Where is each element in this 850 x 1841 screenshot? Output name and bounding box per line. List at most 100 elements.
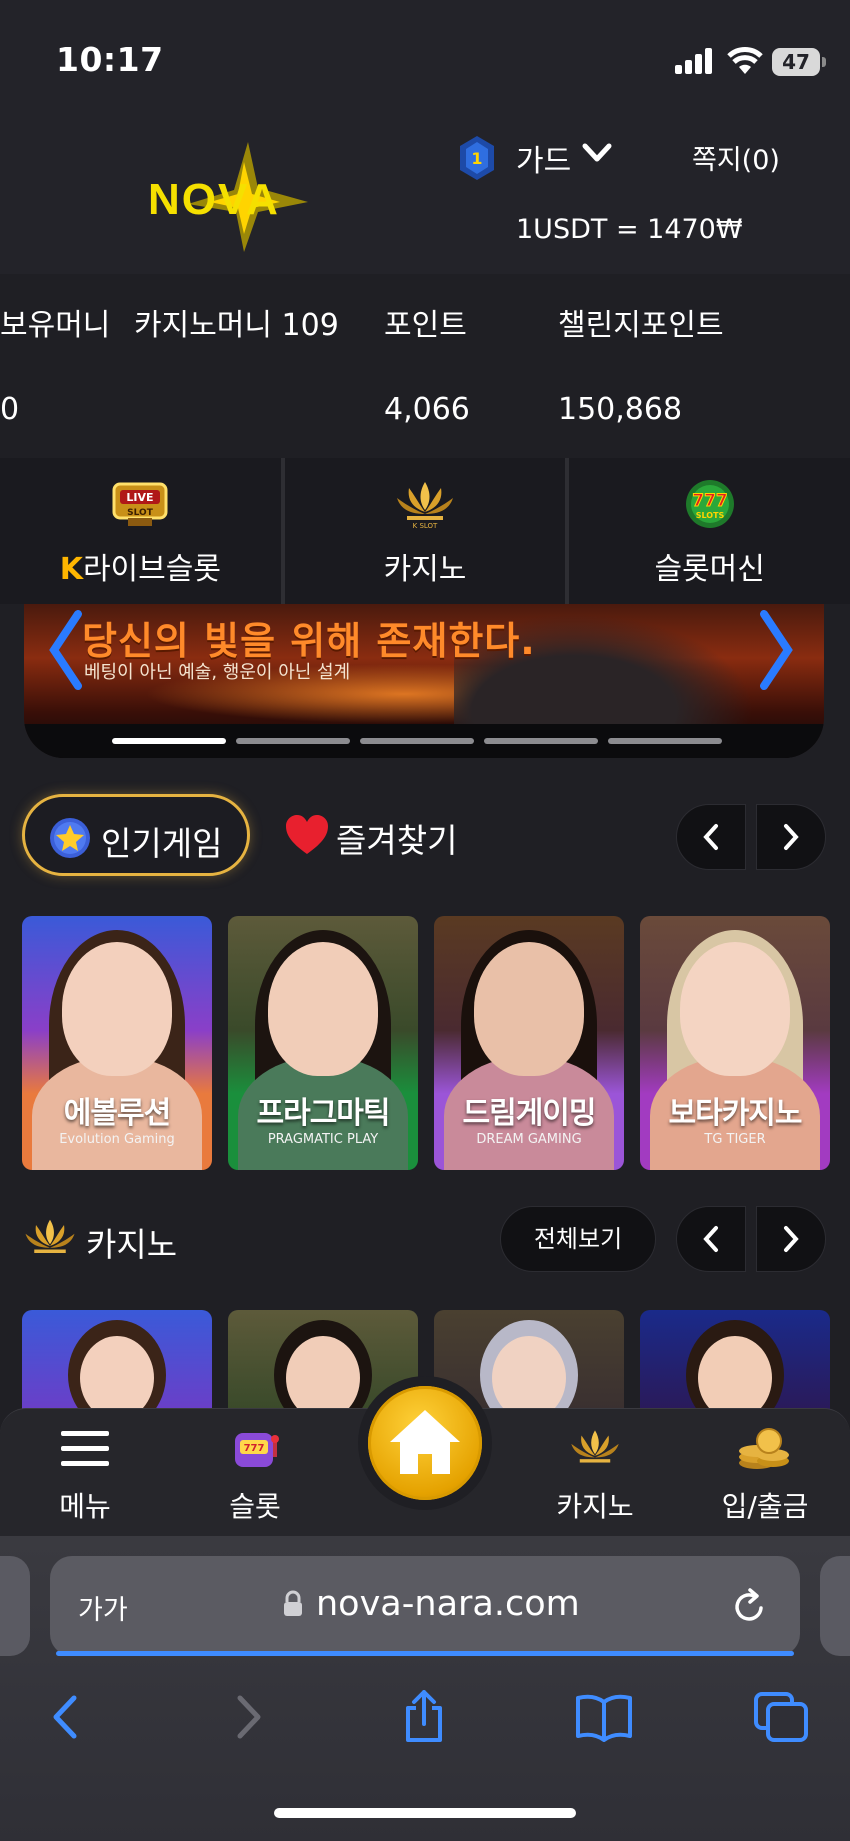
section-title: 카지노: [86, 1225, 178, 1264]
game-title: 프라그마틱: [256, 1096, 391, 1131]
card-art: [286, 1336, 360, 1410]
site-header: NOVA 1 가드 쪽지(0) 1USDT = 1470₩: [0, 112, 850, 274]
svg-text:LIVE: LIVE: [127, 491, 154, 504]
game-card-bota-casino[interactable]: 보타카지노 TG TIGER: [640, 916, 830, 1170]
popular-section-header: 인기게임 즐겨찾기: [0, 790, 850, 890]
forward-arrow-icon[interactable]: [218, 1690, 278, 1744]
nav-deposit-withdraw[interactable]: 입/출금: [700, 1427, 830, 1525]
k-slot-lotus-icon: [25, 1219, 75, 1253]
point-label: 포인트: [384, 308, 467, 343]
casino-card[interactable]: [22, 1310, 212, 1410]
pagination-dot[interactable]: [112, 738, 226, 744]
k-slot-lotus-icon: K SLOT: [397, 482, 453, 530]
challenge-point-label: 챌린지포인트: [558, 308, 724, 343]
popular-next-button[interactable]: [756, 804, 826, 870]
home-indicator: [274, 1808, 576, 1818]
nav-casino[interactable]: 카지노: [530, 1427, 660, 1525]
chevron-right-icon: [784, 1226, 799, 1252]
pagination-dot[interactable]: [236, 738, 350, 744]
star-icon: [50, 818, 90, 858]
casino-section-header: 카지노 전체보기: [0, 1204, 850, 1284]
banner-headline: 당신의 빛을 위해 존재한다.: [82, 619, 536, 663]
rank-name[interactable]: 가드: [516, 136, 571, 180]
category-casino[interactable]: K SLOT 카지노: [284, 458, 566, 604]
view-all-button[interactable]: 전체보기: [500, 1206, 656, 1272]
nova-logo[interactable]: NOVA: [148, 142, 328, 252]
gold-coins-icon: [739, 1428, 789, 1469]
bookmarks-icon[interactable]: [574, 1690, 634, 1744]
casino-next-button[interactable]: [756, 1206, 826, 1272]
holding-money-value: 0: [0, 392, 20, 427]
url-text[interactable]: nova-nara.com: [316, 1584, 580, 1624]
page-load-progress: [56, 1651, 794, 1656]
game-provider: PRAGMATIC PLAY: [267, 1132, 379, 1147]
back-arrow-icon[interactable]: [36, 1690, 96, 1744]
category-label: 카지노: [383, 552, 467, 587]
text-size-button[interactable]: 가가: [78, 1588, 128, 1627]
status-time: 10:17: [56, 40, 164, 79]
card-art: [492, 1336, 566, 1410]
card-art: [680, 942, 790, 1076]
next-tab-edge[interactable]: [820, 1556, 850, 1656]
pagination-dot[interactable]: [608, 738, 722, 744]
card-art: [698, 1336, 772, 1410]
game-card-evolution[interactable]: 에볼루션 Evolution Gaming: [22, 916, 212, 1170]
card-art: [474, 942, 584, 1076]
heart-icon: [286, 815, 328, 854]
cellular-signal-icon: [675, 48, 715, 74]
card-art: [268, 942, 378, 1076]
card-art: [80, 1336, 154, 1410]
battery-icon: 47: [772, 48, 826, 76]
banner-prev-arrow-icon[interactable]: [46, 610, 86, 690]
category-tabs: LIVE SLOT K라이브슬롯 K SLOT 카지노 777 SLOTS 슬롯…: [0, 458, 850, 604]
game-provider: Evolution Gaming: [59, 1132, 175, 1147]
tab-popular-games[interactable]: 인기게임: [22, 794, 250, 876]
home-button[interactable]: [358, 1376, 492, 1510]
svg-text:1: 1: [471, 149, 482, 168]
svg-text:SLOTS: SLOTS: [695, 511, 724, 520]
nav-slot[interactable]: 777 슬롯: [190, 1427, 320, 1525]
svg-text:777: 777: [692, 491, 728, 511]
browser-chrome: 가가 nova-nara.com: [0, 1536, 850, 1841]
category-slot-machine[interactable]: 777 SLOTS 슬롯머신: [569, 458, 850, 604]
svg-text:SLOT: SLOT: [127, 508, 154, 518]
messages-link[interactable]: 쪽지(0): [692, 138, 780, 177]
popular-prev-button[interactable]: [676, 804, 746, 870]
category-live-slot[interactable]: LIVE SLOT K라이브슬롯: [0, 458, 281, 604]
address-bar[interactable]: 가가 nova-nara.com: [50, 1556, 800, 1656]
game-provider: DREAM GAMING: [476, 1132, 582, 1147]
promo-banner[interactable]: 당신의 빛을 위해 존재한다. 베팅이 아닌 예술, 행운이 아닌 설계: [24, 604, 824, 758]
wifi-icon: [727, 47, 763, 74]
casino-card[interactable]: [640, 1310, 830, 1410]
tab-label: 인기게임: [101, 824, 223, 863]
casino-prev-button[interactable]: [676, 1206, 746, 1272]
slot-machine-icon: 777: [235, 1433, 279, 1467]
banner-next-arrow-icon[interactable]: [756, 610, 796, 690]
hamburger-icon: [61, 1431, 109, 1466]
balance-panel: 보유머니 카지노머니 109 포인트 챌린지포인트 0 4,066 150,86…: [0, 274, 850, 458]
home-button-face: [368, 1386, 482, 1500]
pagination-dot[interactable]: [484, 738, 598, 744]
chevron-right-icon: [784, 824, 799, 850]
pagination-dot[interactable]: [360, 738, 474, 744]
home-icon: [390, 1410, 460, 1474]
nav-menu[interactable]: 메뉴: [20, 1427, 150, 1525]
tab-label: 즐겨찾기: [336, 821, 458, 860]
live-slot-icon: LIVE SLOT: [112, 482, 168, 526]
chevron-left-icon: [703, 1226, 718, 1252]
chevron-down-icon[interactable]: [582, 142, 612, 164]
lock-icon: [284, 1590, 302, 1616]
k-slot-lotus-icon: [571, 1430, 619, 1463]
svg-text:777: 777: [244, 1443, 265, 1454]
card-art: [62, 942, 172, 1076]
tabs-icon[interactable]: [752, 1690, 812, 1744]
reload-icon[interactable]: [730, 1586, 768, 1626]
prev-tab-edge[interactable]: [0, 1556, 30, 1656]
share-icon[interactable]: [394, 1690, 454, 1744]
game-provider: TG TIGER: [704, 1132, 766, 1147]
game-card-dream-gaming[interactable]: 드림게이밍 DREAM GAMING: [434, 916, 624, 1170]
point-value: 4,066: [384, 392, 470, 427]
game-title: 드림게이밍: [462, 1096, 597, 1131]
game-card-pragmatic[interactable]: 프라그마틱 PRAGMATIC PLAY: [228, 916, 418, 1170]
holding-money-label: 보유머니: [0, 308, 111, 343]
